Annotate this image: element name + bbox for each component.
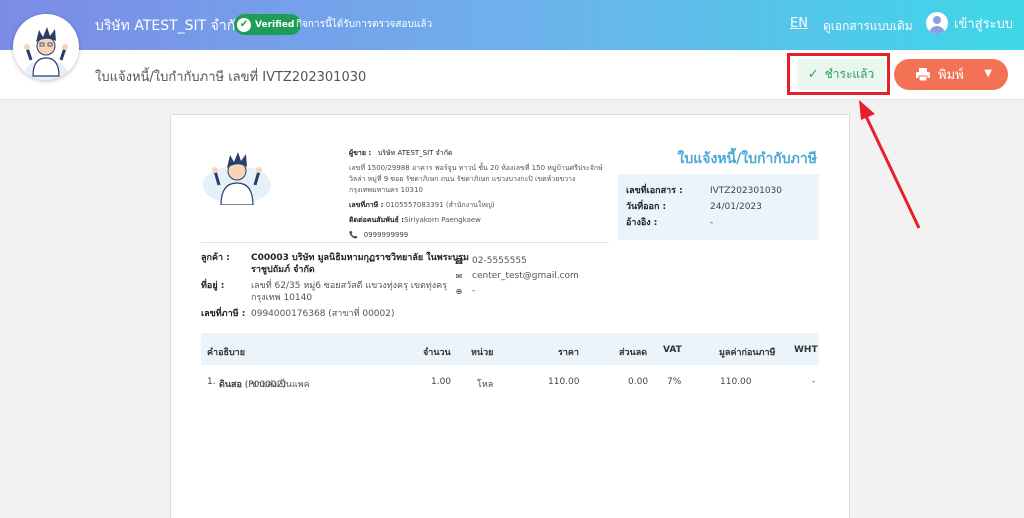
invoice-title: ใบแจ้งหนี้/ใบกำกับภาษี (677, 151, 817, 167)
customer-label: ลูกค้า : (201, 253, 230, 263)
seller-contact-name: Siriyakorn Paengkaew (404, 216, 481, 224)
language-switch[interactable]: EN (790, 16, 808, 31)
top-bar: บริษัท ATEST_SIT จำกัด ✔ Verified กิจการ… (0, 0, 1024, 50)
seller-label: ผู้ขาย : (349, 149, 372, 157)
globe-icon: ⊕ (455, 287, 463, 296)
seller-address: เลขที่ 1500/29988 อาคาร ฟอร์จูน ทาวน์ ชั… (349, 164, 603, 194)
table-header: คำอธิบาย จำนวน หน่วย ราคา ส่วนลด VAT มูล… (201, 333, 819, 365)
doc-no-label: เลขที่เอกสาร : (626, 186, 683, 196)
row-vat: 7% (667, 377, 682, 387)
table-row: 1. ดินสอ (P00002) ดินสอ : ขายส่งเป็นแพค … (201, 365, 819, 405)
col-description: คำอธิบาย (207, 348, 246, 358)
col-wht: WHT (794, 345, 818, 355)
document-meta: เลขที่เอกสาร : IVTZ202301030 วันที่ออก : 2… (618, 174, 819, 240)
check-circle-icon: ✔ (237, 17, 251, 32)
seller-tax-label: เลขที่ภาษี : (349, 201, 384, 209)
col-price: ราคา (558, 348, 579, 358)
login-label: เข้าสู่ระบบ (954, 16, 1014, 32)
verified-label: Verified (255, 19, 295, 30)
row-amount: 110.00 (720, 377, 752, 387)
highlight-box (787, 53, 890, 95)
login-button[interactable]: เข้าสู่ระบบ (926, 12, 1013, 34)
customer-tax-id: 0994000176368 (สาขาที่ 00002) (251, 309, 395, 319)
company-logo (13, 14, 79, 80)
issue-date: 24/01/2023 (710, 202, 762, 212)
col-discount: ส่วนลด (619, 348, 648, 358)
company-name: บริษัท ATEST_SIT จำกัด (95, 18, 245, 34)
print-label: พิมพ์ (938, 68, 964, 83)
customer-website: - (472, 286, 476, 296)
annotation-arrow (859, 100, 921, 229)
row-index: 1. (207, 377, 216, 387)
row-discount: 0.00 (628, 377, 649, 387)
seller-tax-id: 0105557083391 (สำนักงานใหญ่) (385, 201, 495, 209)
issue-date-label: วันที่ออก : (626, 202, 667, 212)
col-vat: VAT (663, 345, 682, 355)
phone-icon: ☎ (454, 257, 464, 266)
invoice-paper: ผู้ขาย : บริษัท ATEST_SIT จำกัด เลขที่ 1… (170, 114, 850, 518)
ref-value: - (710, 218, 714, 228)
seller-phone: 0999999999 (363, 231, 409, 239)
col-unit: หน่วย (471, 348, 494, 358)
print-button[interactable]: พิมพ์ ▼ (894, 59, 1008, 90)
row-qty: 1.00 (431, 377, 452, 387)
seller-contact-label: ติดต่อคนสัมพันธ์ : (349, 216, 405, 224)
customer-tax-label: เลขที่ภาษี : (201, 309, 246, 319)
customer-info: ลูกค้า : C00003 บริษัท มูลนิธิมหามกุฏราชว… (201, 252, 471, 324)
email-icon: ✉ (455, 272, 463, 281)
customer-address: เลขที่ 62/35 หมู่6 ซอยสวัสดี แขวงทุ่งครุ… (251, 281, 448, 303)
user-icon (926, 12, 948, 34)
old-version-link[interactable]: ดูเอกสารแบบเดิม (823, 17, 913, 36)
row-sub: ดินสอ : ขายส่งเป็นแพค (219, 380, 310, 390)
col-amount: มูลค่าก่อนภาษี (719, 348, 776, 358)
row-price: 110.00 (548, 377, 580, 387)
seller-info: ผู้ขาย : บริษัท ATEST_SIT จำกัด เลขที่ 1… (349, 148, 611, 241)
customer-name: C00003 บริษัท มูลนิธิมหามกุฏราชวิทยาลัย … (251, 253, 469, 275)
row-wht: - (812, 377, 816, 387)
col-qty: จำนวน (423, 348, 451, 358)
customer-address-label: ที่อยู่ : (201, 281, 225, 291)
items-table: คำอธิบาย จำนวน หน่วย ราคา ส่วนลด VAT มูล… (201, 333, 819, 405)
printer-icon (916, 68, 930, 81)
chevron-down-icon[interactable]: ▼ (984, 68, 992, 79)
seller-name: บริษัท ATEST_SIT จำกัด (377, 149, 453, 157)
page-title: ใบแจ้งหนี้/ใบกำกับภาษี เลขที่ IVTZ202301… (95, 70, 367, 85)
seller-logo (201, 141, 273, 206)
verified-note: กิจการนี้ได้รับการตรวจสอบแล้ว (296, 19, 433, 30)
phone-icon: 📞 (349, 231, 358, 239)
customer-email: center_test@gmail.com (472, 271, 579, 281)
doc-no: IVTZ202301030 (710, 186, 783, 196)
ref-label: อ้างอิง : (626, 218, 658, 228)
verified-badge: ✔ Verified (234, 14, 302, 35)
customer-contact: ☎ 02-5555555 ✉ center_test@gmail.com ⊕ - (454, 254, 579, 299)
divider (201, 242, 609, 243)
row-unit: โหล (477, 380, 494, 390)
customer-phone: 02-5555555 (472, 256, 527, 266)
